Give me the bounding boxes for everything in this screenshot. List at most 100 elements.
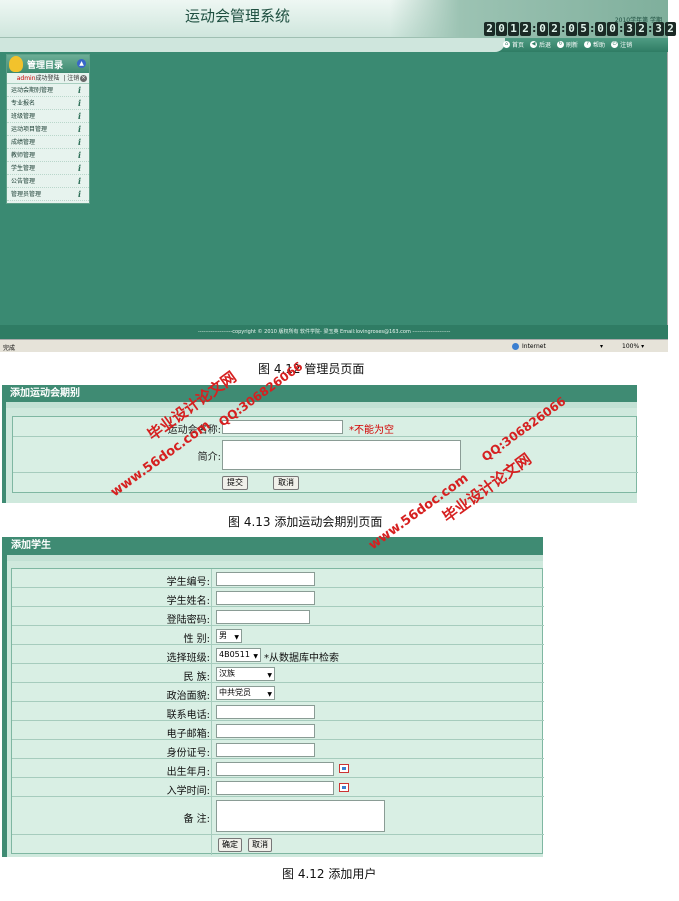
sidebar-menu-item[interactable]: 学生管理 i (7, 162, 89, 175)
clock-digit: 2 (520, 22, 531, 36)
sidebar-menu-item[interactable]: 运动会期别管理 i (7, 84, 89, 97)
form-row-actions: 提交 取消 (13, 473, 638, 494)
clock-digit: 0 (595, 22, 606, 36)
clock-colon: : (648, 22, 653, 35)
form-row-email: 电子邮箱: (12, 721, 544, 740)
home-button[interactable]: ⌂ 首页 (503, 40, 524, 49)
id-card-label: 身份证号: (166, 748, 210, 759)
calendar-icon[interactable] (339, 783, 349, 792)
sidebar-menu-label: 班级管理 (11, 113, 36, 120)
political-label: 政治面貌: (166, 691, 210, 702)
info-icon: i (78, 137, 82, 147)
help-icon: ? (584, 41, 592, 48)
form-row-actions: 确定 取消 (12, 835, 544, 855)
figure-caption-2: 图 4.13 添加运动会期别页面 (228, 515, 383, 529)
login-user: admin (16, 75, 36, 82)
password-label: 登陆密码: (166, 615, 210, 626)
intro-label: 简介: (197, 452, 221, 463)
sidebar-menu-label: 管理员管理 (11, 191, 42, 198)
clock-digit: 0 (607, 22, 618, 36)
student-no-input[interactable] (216, 572, 315, 586)
back-icon: ◀ (530, 41, 538, 48)
sidebar-menu-label: 专业报名 (11, 100, 36, 107)
phone-input[interactable] (216, 705, 315, 719)
political-select[interactable]: 中共党员 ▼ (216, 686, 275, 700)
cancel-button[interactable]: 取消 (273, 476, 299, 490)
power-icon: ⏻ (611, 41, 619, 48)
enroll-input[interactable] (216, 781, 334, 795)
form-row-remark: 备 注: (12, 797, 544, 835)
clock-digit: 5 (578, 22, 589, 36)
sidebar-logout-link[interactable]: 注销 (67, 75, 79, 82)
sidebar-menu-label: 运动项目管理 (11, 126, 48, 133)
clock-digit: 3 (624, 22, 635, 36)
clock-digit: 2 (665, 22, 676, 36)
ethnicity-select[interactable]: 汉族 ▼ (216, 667, 275, 681)
app-header: 运动会管理系统 2010学年第 学期 2012:02:05:00:32:32 (0, 0, 676, 38)
sidebar: 管理目录 ▲ admin成功登陆 | 注销 × 运动会期别管理 i 专业报名 i 班级管… (6, 54, 90, 204)
form-row-gender: 性 别: 男 ▼ (12, 626, 544, 645)
cancel-button[interactable]: 取消 (248, 838, 272, 852)
form-row-enroll: 入学时间: (12, 778, 544, 797)
figure-caption-3: 图 4.12 添加用户 (282, 867, 377, 881)
intro-textarea[interactable] (222, 440, 461, 470)
sidebar-menu-item[interactable]: 运动项目管理 i (7, 123, 89, 136)
phone-label: 联系电话: (166, 710, 210, 721)
status-done: 完成 (3, 345, 16, 352)
birth-input[interactable] (216, 762, 334, 776)
info-icon: i (78, 150, 82, 160)
meet-name-input[interactable] (222, 420, 343, 434)
form-row-ethnicity: 民 族: 汉族 ▼ (12, 664, 544, 683)
chevron-down-icon: ▼ (234, 634, 239, 641)
sidebar-menu-label: 教师管理 (11, 152, 36, 159)
student-name-input[interactable] (216, 591, 315, 605)
ethnicity-label: 民 族: (183, 672, 210, 683)
calendar-icon[interactable] (339, 764, 349, 773)
sidebar-menu-item[interactable]: 班级管理 i (7, 110, 89, 123)
sidebar-header: 管理目录 ▲ (7, 55, 89, 73)
status-zone: Internet (512, 343, 546, 350)
clock-digit: 3 (653, 22, 664, 36)
figure-caption-1: 图 4.12 管理员页面 (258, 362, 365, 376)
sidebar-menu-item[interactable]: 教师管理 i (7, 149, 89, 162)
email-input[interactable] (216, 724, 315, 738)
help-button[interactable]: ? 帮助 (584, 40, 605, 49)
enroll-label: 入学时间: (166, 786, 210, 797)
close-icon[interactable]: × (80, 75, 87, 82)
submit-button[interactable]: 提交 (222, 476, 248, 490)
zoom-level[interactable]: 100% ▾ (622, 343, 644, 350)
clock-colon: : (561, 22, 566, 35)
form-heading: 添加运动会期别 (6, 385, 637, 402)
clock-digit: 2 (484, 22, 495, 36)
sidebar-menu-label: 公告管理 (11, 178, 36, 185)
sidebar-menu-item[interactable]: 管理员管理 i (7, 188, 89, 201)
class-label: 选择班级: (166, 653, 210, 664)
clock-colon: : (532, 22, 537, 35)
sidebar-menu-item[interactable]: 成绩管理 i (7, 136, 89, 149)
clock-digit: 2 (549, 22, 560, 36)
meet-name-label: 运动会名称: (167, 425, 221, 436)
confirm-button[interactable]: 确定 (218, 838, 242, 852)
security-icon: ▾ (600, 343, 604, 350)
refresh-button[interactable]: ↻ 刷新 (557, 40, 578, 49)
info-icon: i (78, 111, 82, 121)
sidebar-menu-item[interactable]: 公告管理 i (7, 175, 89, 188)
student-form: 学生编号: 学生姓名: 登陆密码: 性 别: 男 ▼ 选择班级: 4B0511 ▼ … (11, 568, 544, 855)
add-meet-form-screenshot: 添加运动会期别 运动会名称: *不能为空 简介: 提交 取消 (2, 385, 638, 503)
back-button[interactable]: ◀ 后退 (530, 40, 551, 49)
required-note: *不能为空 (349, 425, 394, 436)
class-select[interactable]: 4B0511 ▼ (216, 648, 261, 662)
collapse-icon[interactable]: ▲ (77, 59, 86, 68)
gender-select[interactable]: 男 ▼ (216, 629, 242, 643)
form-row-birth: 出生年月: (12, 759, 544, 778)
birth-label: 出生年月: (166, 767, 210, 778)
clock-digit: 1 (508, 22, 519, 36)
sidebar-menu-item[interactable]: 专业报名 i (7, 97, 89, 110)
info-icon: i (78, 98, 82, 108)
form-row-intro: 简介: (13, 437, 638, 473)
remark-textarea[interactable] (216, 800, 385, 832)
email-label: 电子邮箱: (166, 729, 210, 740)
id-card-input[interactable] (216, 743, 315, 757)
logout-button[interactable]: ⏻ 注销 (611, 40, 632, 49)
password-input[interactable] (216, 610, 310, 624)
